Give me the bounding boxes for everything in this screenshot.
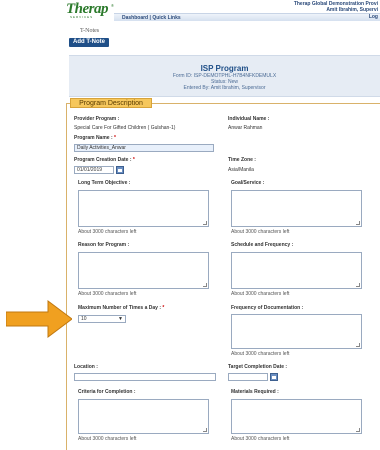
nav-links: Dashboard | Quick Links: [122, 15, 181, 21]
char-count: About 3000 characters left: [78, 229, 137, 235]
goal-service-label: Goal/Service :: [231, 180, 265, 186]
char-count: About 3000 characters left: [231, 351, 290, 357]
goal-service-textarea[interactable]: [231, 190, 362, 227]
location-label: Location :: [74, 364, 98, 370]
completion-date-input[interactable]: [228, 373, 268, 381]
required-mark: *: [114, 135, 116, 141]
logout-link[interactable]: Log: [369, 14, 378, 20]
provider-program-value: Special Care For Gifted Children ( Gulsh…: [74, 125, 176, 131]
add-tnote-button[interactable]: Add T-Note: [69, 38, 109, 47]
max-times-label: Maximum Number of Times a Day : *: [78, 305, 164, 311]
program-name-input[interactable]: Daily Activities_Anwar: [74, 144, 214, 152]
logo-registered-mark: ®: [111, 3, 114, 8]
criteria-textarea[interactable]: [78, 399, 209, 434]
program-info-panel: ISP Program Form ID: ISP-DEMOTPHL-H7B4NF…: [69, 55, 380, 97]
program-title: ISP Program: [200, 64, 249, 73]
section-legend: Program Description: [70, 98, 152, 108]
max-times-label-text: Maximum Number of Times a Day :: [78, 305, 161, 311]
individual-name-value: Anwar Rahman: [228, 125, 263, 131]
nav-dashboard[interactable]: Dashboard: [122, 15, 148, 21]
frequency-documentation-textarea[interactable]: [231, 314, 362, 349]
criteria-label: Criteria for Completion :: [78, 389, 136, 395]
reason-textarea[interactable]: [78, 252, 209, 289]
module-title[interactable]: T-Notes: [80, 28, 99, 34]
reason-label: Reason for Program :: [78, 242, 130, 248]
char-count: About 3000 characters left: [231, 436, 290, 442]
calendar-icon[interactable]: [116, 166, 124, 174]
long-term-objective-label: Long Term Objective :: [78, 180, 131, 186]
entered-by: Entered By: Amit Ibrahim, Supervisor: [183, 85, 266, 91]
frequency-documentation-label: Frequency of Documentation :: [231, 305, 304, 311]
materials-textarea[interactable]: [231, 399, 362, 434]
logo-subtext: SERVICES: [70, 15, 94, 19]
schedule-label: Schedule and Frequency :: [231, 242, 294, 248]
pointer-arrow: [6, 300, 72, 338]
program-name-label: Program Name : *: [74, 135, 116, 141]
schedule-textarea[interactable]: [231, 252, 362, 289]
program-name-label-text: Program Name :: [74, 135, 113, 141]
calendar-icon[interactable]: [270, 373, 278, 381]
completion-date-label: Target Completion Date :: [228, 364, 288, 370]
provider-program-label: Provider Program :: [74, 116, 120, 122]
char-count: About 3000 characters left: [231, 291, 290, 297]
individual-name-label: Individual Name :: [228, 116, 270, 122]
user-name[interactable]: Amit Ibrahim, Supervi: [326, 7, 378, 13]
long-term-objective-textarea[interactable]: [78, 190, 209, 227]
nav-bar: Dashboard | Quick Links: [114, 13, 380, 21]
creation-date-input[interactable]: 01/01/2019: [74, 166, 114, 174]
location-input[interactable]: [74, 373, 216, 381]
char-count: About 3000 characters left: [78, 291, 137, 297]
creation-date-label: Program Creation Date : *: [74, 157, 135, 163]
top-header: Therap SERVICES ® Dashboard | Quick Link…: [0, 0, 380, 22]
max-times-value: 10: [81, 316, 87, 322]
time-zone-label: Time Zone :: [228, 157, 256, 163]
char-count: About 3000 characters left: [78, 436, 137, 442]
nav-quick-links[interactable]: Quick Links: [152, 15, 180, 21]
char-count: About 3000 characters left: [231, 229, 290, 235]
materials-label: Materials Required :: [231, 389, 279, 395]
max-times-select[interactable]: 10 ▼: [78, 315, 126, 323]
time-zone-value: Asia/Manila: [228, 167, 254, 173]
required-mark: *: [162, 305, 165, 311]
required-mark: *: [132, 157, 135, 163]
creation-date-label-text: Program Creation Date :: [74, 157, 132, 163]
chevron-down-icon: ▼: [118, 316, 123, 322]
therap-logo[interactable]: Therap SERVICES ®: [66, 1, 114, 19]
nav-separator: |: [149, 15, 151, 21]
